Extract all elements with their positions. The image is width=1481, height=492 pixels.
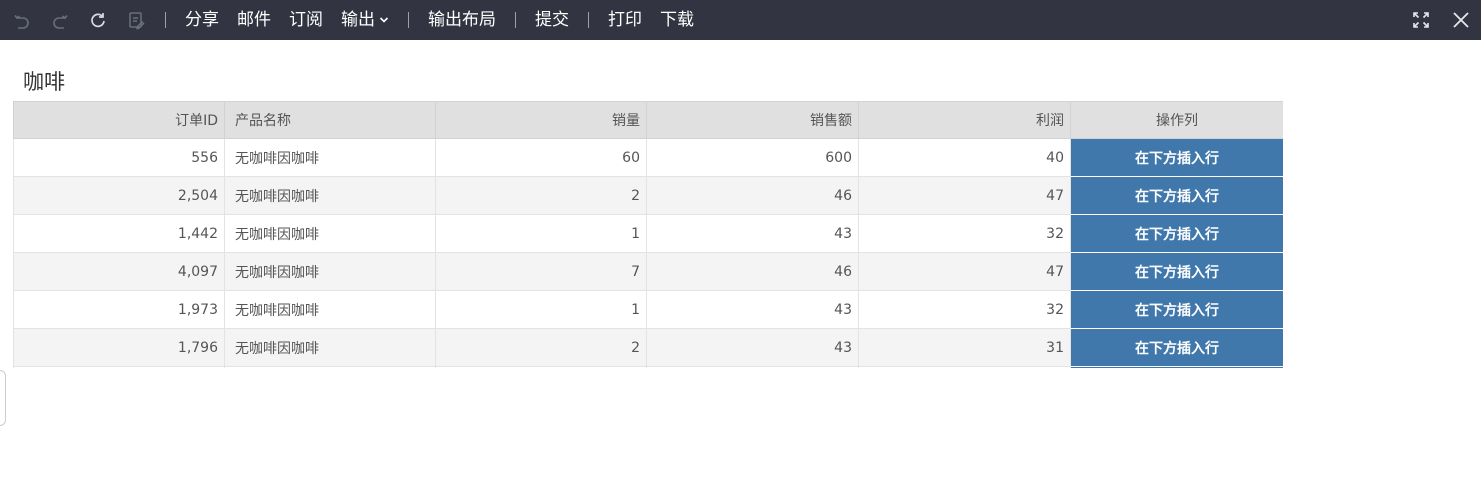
cell-profit: 40: [858, 138, 1071, 177]
report-table: 订单ID 产品名称 销量 销售额 利润 操作列 556 无咖啡因咖啡 60 60…: [13, 101, 1283, 368]
insert-row-below-button[interactable]: 在下方插入行: [1071, 253, 1283, 290]
edit-doc-icon[interactable]: [117, 0, 155, 40]
cell-profit: 32: [858, 290, 1071, 329]
insert-row-below-button[interactable]: 在下方插入行: [1071, 215, 1283, 252]
cell-sales: 43: [646, 290, 859, 329]
cell-order-id: 2,504: [13, 176, 225, 215]
cell-product-name: 无咖啡因咖啡: [224, 328, 436, 367]
column-header-product-name[interactable]: 产品名称: [224, 101, 436, 139]
cell-quantity: 60: [435, 138, 647, 177]
cell-sales: 600: [646, 138, 859, 177]
export-layout-menu[interactable]: 输出布局: [419, 0, 505, 40]
cell-sales: [646, 366, 859, 368]
insert-row-below-button[interactable]: 在下方插入行: [1071, 139, 1283, 176]
cell-action: 在下方插入行: [1070, 328, 1283, 367]
table-row: 2,504 无咖啡因咖啡 2 46 47 在下方插入行: [13, 176, 1283, 215]
cell-profit: 31: [858, 328, 1071, 367]
table-row: 1,796 无咖啡因咖啡 2 43 31 在下方插入行: [13, 328, 1283, 367]
cell-quantity: 2: [435, 176, 647, 215]
cell-action: 在下方插入行: [1070, 176, 1283, 215]
cell-quantity: [435, 366, 647, 368]
cell-profit: 32: [858, 214, 1071, 253]
table-header-row: 订单ID 产品名称 销量 销售额 利润 操作列: [13, 101, 1283, 139]
cell-quantity: 1: [435, 214, 647, 253]
print-button[interactable]: 打印: [599, 0, 651, 40]
table-row: 1,973 无咖啡因咖啡 1 43 32 在下方插入行: [13, 290, 1283, 329]
subscribe-menu[interactable]: 订阅: [280, 0, 332, 40]
mail-menu[interactable]: 邮件: [228, 0, 280, 40]
cell-order-id: 1,442: [13, 214, 225, 253]
cell-order-id: [13, 366, 225, 368]
redo-icon[interactable]: [41, 0, 79, 40]
cell-profit: 47: [858, 252, 1071, 291]
submit-button[interactable]: 提交: [526, 0, 578, 40]
toolbar-separator: [408, 12, 409, 28]
cell-sales: 43: [646, 328, 859, 367]
share-menu[interactable]: 分享: [176, 0, 228, 40]
refresh-icon[interactable]: [79, 0, 117, 40]
cell-product-name: 无咖啡因咖啡: [224, 214, 436, 253]
toolbar-separator: [515, 12, 516, 28]
report-title: 咖啡: [23, 70, 65, 94]
table-row: 1,442 无咖啡因咖啡 1 43 32 在下方插入行: [13, 214, 1283, 253]
cell-action: [1070, 366, 1283, 368]
cell-sales: 46: [646, 176, 859, 215]
cell-order-id: 4,097: [13, 252, 225, 291]
insert-row-below-button[interactable]: 在下方插入行: [1071, 329, 1283, 366]
table-row: 556 无咖啡因咖啡 60 600 40 在下方插入行: [13, 138, 1283, 177]
undo-icon[interactable]: [3, 0, 41, 40]
insert-row-below-button[interactable]: 在下方插入行: [1071, 177, 1283, 214]
cell-sales: 43: [646, 214, 859, 253]
export-menu-label: 输出: [341, 10, 375, 30]
download-button[interactable]: 下载: [651, 0, 703, 40]
insert-row-below-button[interactable]: 在下方插入行: [1071, 291, 1283, 328]
cell-order-id: 1,796: [13, 328, 225, 367]
table-row: [13, 366, 1283, 368]
column-header-sales[interactable]: 销售额: [646, 101, 859, 139]
column-header-action: 操作列: [1070, 101, 1283, 139]
cell-action: 在下方插入行: [1070, 290, 1283, 329]
insert-row-below-button[interactable]: [1071, 367, 1283, 368]
cell-action: 在下方插入行: [1070, 138, 1283, 177]
cell-quantity: 2: [435, 328, 647, 367]
cell-action: 在下方插入行: [1070, 214, 1283, 253]
cell-product-name: 无咖啡因咖啡: [224, 176, 436, 215]
cell-profit: 47: [858, 176, 1071, 215]
export-menu[interactable]: 输出: [332, 0, 398, 40]
toolbar-separator: [165, 12, 166, 28]
cell-quantity: 7: [435, 252, 647, 291]
cell-profit: [858, 366, 1071, 368]
side-panel-toggle[interactable]: [0, 370, 6, 426]
cell-quantity: 1: [435, 290, 647, 329]
cell-action: 在下方插入行: [1070, 252, 1283, 291]
column-header-profit[interactable]: 利润: [858, 101, 1071, 139]
cell-sales: 46: [646, 252, 859, 291]
cell-order-id: 556: [13, 138, 225, 177]
toolbar-separator: [588, 12, 589, 28]
table-row: 4,097 无咖啡因咖啡 7 46 47 在下方插入行: [13, 252, 1283, 291]
top-toolbar: 分享 邮件 订阅 输出 输出布局 提交 打印 下载: [0, 0, 1481, 40]
column-header-order-id[interactable]: 订单ID: [13, 101, 225, 139]
chevron-down-icon: [379, 17, 389, 23]
close-icon[interactable]: [1441, 0, 1481, 40]
toolbar-right-group: [1401, 0, 1481, 40]
fullscreen-icon[interactable]: [1401, 0, 1441, 40]
cell-product-name: 无咖啡因咖啡: [224, 138, 436, 177]
cell-product-name: 无咖啡因咖啡: [224, 290, 436, 329]
cell-product-name: [224, 366, 436, 368]
column-header-quantity[interactable]: 销量: [435, 101, 647, 139]
cell-product-name: 无咖啡因咖啡: [224, 252, 436, 291]
cell-order-id: 1,973: [13, 290, 225, 329]
